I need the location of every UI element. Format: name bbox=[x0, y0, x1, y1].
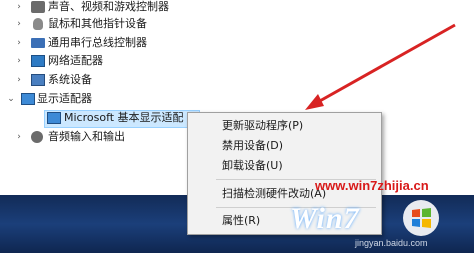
windows-logo-icon bbox=[403, 200, 439, 236]
watermark-logo-text: Win7 bbox=[290, 202, 360, 235]
watermark-url: www.win7zhijia.cn bbox=[315, 178, 429, 193]
watermark-source: jingyan.baidu.com bbox=[355, 238, 428, 248]
